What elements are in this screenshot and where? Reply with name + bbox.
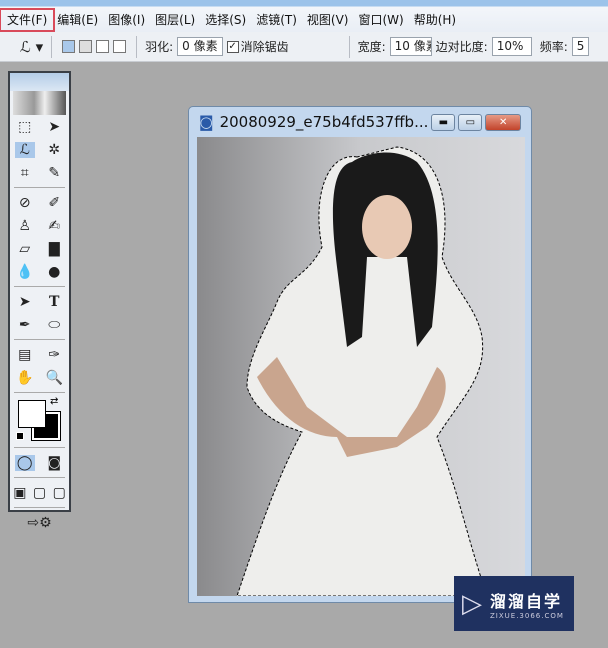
screen-mode-full-icon[interactable]: ▢ [49, 485, 69, 501]
foreground-color[interactable] [18, 400, 46, 428]
stamp-tool-icon[interactable]: ♙ [15, 218, 35, 234]
menu-bar: 文件(F) 编辑(E) 图像(I) 图层(L) 选择(S) 滤镜(T) 视图(V… [0, 0, 608, 32]
move-tool-icon[interactable]: ➤ [44, 119, 64, 135]
eraser-tool-icon[interactable]: ▱ [15, 241, 35, 257]
document-window: ◙ 20080929_e75b4fd537ffb... ▬ ▭ ✕ [188, 106, 532, 603]
feather-input[interactable]: 0 像素 [177, 37, 223, 56]
watermark-name: 溜溜自学 [490, 591, 563, 611]
document-title: 20080929_e75b4fd537ffb... [219, 113, 429, 131]
color-swatches: ⇄ [10, 396, 69, 444]
toolbox: ⬚ ➤ ℒ ✲ ⌗ ✎ ⊘ ✐ ♙ ✍ ▱ ▇ 💧 ● ➤ T ✒ ⬭ ▤ ✑ ✋ 🔍 ⇄ ◯ ◙ ▣ ▢… [8, 71, 71, 531]
watermark-logo: ▷ 溜溜自学 ZIXUE.3066.COM [454, 576, 574, 631]
photoshop-logo[interactable] [13, 91, 66, 115]
jump-to-imageready-icon[interactable]: ⇨⚙ [20, 515, 60, 531]
magic-wand-icon[interactable]: ✲ [44, 142, 64, 158]
screen-mode-full-menu-icon[interactable]: ▢ [30, 485, 50, 501]
minimize-button[interactable]: ▬ [431, 113, 456, 131]
healing-brush-icon[interactable]: ⊘ [15, 195, 35, 211]
history-brush-icon[interactable]: ✍ [44, 218, 64, 234]
intersect-selection-icon[interactable] [113, 40, 127, 53]
lasso-tool-preset-icon[interactable]: ℒ ▾ [20, 38, 43, 56]
width-label: 宽度: [357, 40, 386, 54]
path-select-icon[interactable]: ➤ [15, 294, 35, 310]
add-selection-icon[interactable] [79, 40, 93, 53]
quick-mask-icon[interactable]: ◙ [44, 455, 64, 471]
swap-colors-icon[interactable]: ⇄ [50, 396, 58, 407]
width-input[interactable]: 10 像素 [389, 37, 432, 56]
menu-edit[interactable]: 编辑(E) [52, 11, 103, 29]
crop-tool-icon[interactable]: ⌗ [15, 165, 35, 181]
document-titlebar[interactable]: ◙ 20080929_e75b4fd537ffb... ▬ ▭ ✕ [189, 107, 531, 137]
menu-view[interactable]: 视图(V) [302, 11, 354, 29]
antialias-label: 消除锯齿 [240, 40, 289, 54]
image-canvas[interactable] [197, 137, 525, 596]
pen-tool-icon[interactable]: ✒ [15, 317, 35, 333]
shape-tool-icon[interactable]: ⬭ [44, 317, 64, 333]
default-colors-icon[interactable] [16, 432, 24, 440]
blur-tool-icon[interactable]: 💧 [15, 264, 35, 280]
toolbox-titlebar[interactable] [10, 73, 69, 91]
menu-filter[interactable]: 滤镜(T) [251, 11, 302, 29]
hand-tool-icon[interactable]: ✋ [15, 370, 35, 386]
menu-window[interactable]: 窗口(W) [353, 11, 408, 29]
watermark-url: ZIXUE.3066.COM [490, 611, 564, 620]
notes-tool-icon[interactable]: ▤ [15, 347, 35, 363]
subtract-selection-icon[interactable] [96, 40, 110, 53]
eyedropper-icon[interactable]: ✑ [44, 347, 64, 363]
contrast-input[interactable]: 10% [491, 37, 532, 56]
frequency-input[interactable]: 5 [571, 37, 590, 56]
options-bar: ℒ ▾ 羽化: 0 像素 ✓ 消除锯齿 宽度: 10 像素 边对比度: 10% … [0, 32, 608, 62]
menu-image[interactable]: 图像(I) [103, 11, 150, 29]
document-icon: ◙ [199, 113, 214, 131]
new-selection-icon[interactable] [62, 40, 76, 53]
slice-tool-icon[interactable]: ✎ [44, 165, 64, 181]
menu-file[interactable]: 文件(F) [0, 8, 56, 32]
marquee-tool-icon[interactable]: ⬚ [15, 119, 35, 135]
type-tool-icon[interactable]: T [44, 294, 64, 310]
feather-label: 羽化: [145, 40, 174, 54]
play-logo-icon: ▷ [462, 588, 482, 619]
menu-layer[interactable]: 图层(L) [150, 11, 200, 29]
screen-mode-standard-icon[interactable]: ▣ [10, 485, 30, 501]
gradient-tool-icon[interactable]: ▇ [44, 241, 64, 257]
maximize-button[interactable]: ▭ [458, 113, 483, 131]
dodge-tool-icon[interactable]: ● [44, 264, 64, 280]
menu-help[interactable]: 帮助(H) [409, 11, 461, 29]
antialias-checkbox[interactable]: ✓ [226, 40, 239, 53]
close-button[interactable]: ✕ [485, 113, 522, 131]
brush-tool-icon[interactable]: ✐ [44, 195, 64, 211]
contrast-label: 边对比度: [435, 40, 488, 54]
photo-woman-selection [236, 146, 488, 596]
zoom-tool-icon[interactable]: 🔍 [44, 370, 64, 386]
lasso-tool-icon[interactable]: ℒ [14, 141, 35, 158]
frequency-label: 频率: [539, 40, 568, 54]
menu-select[interactable]: 选择(S) [200, 11, 251, 29]
standard-mode-icon[interactable]: ◯ [14, 454, 35, 471]
